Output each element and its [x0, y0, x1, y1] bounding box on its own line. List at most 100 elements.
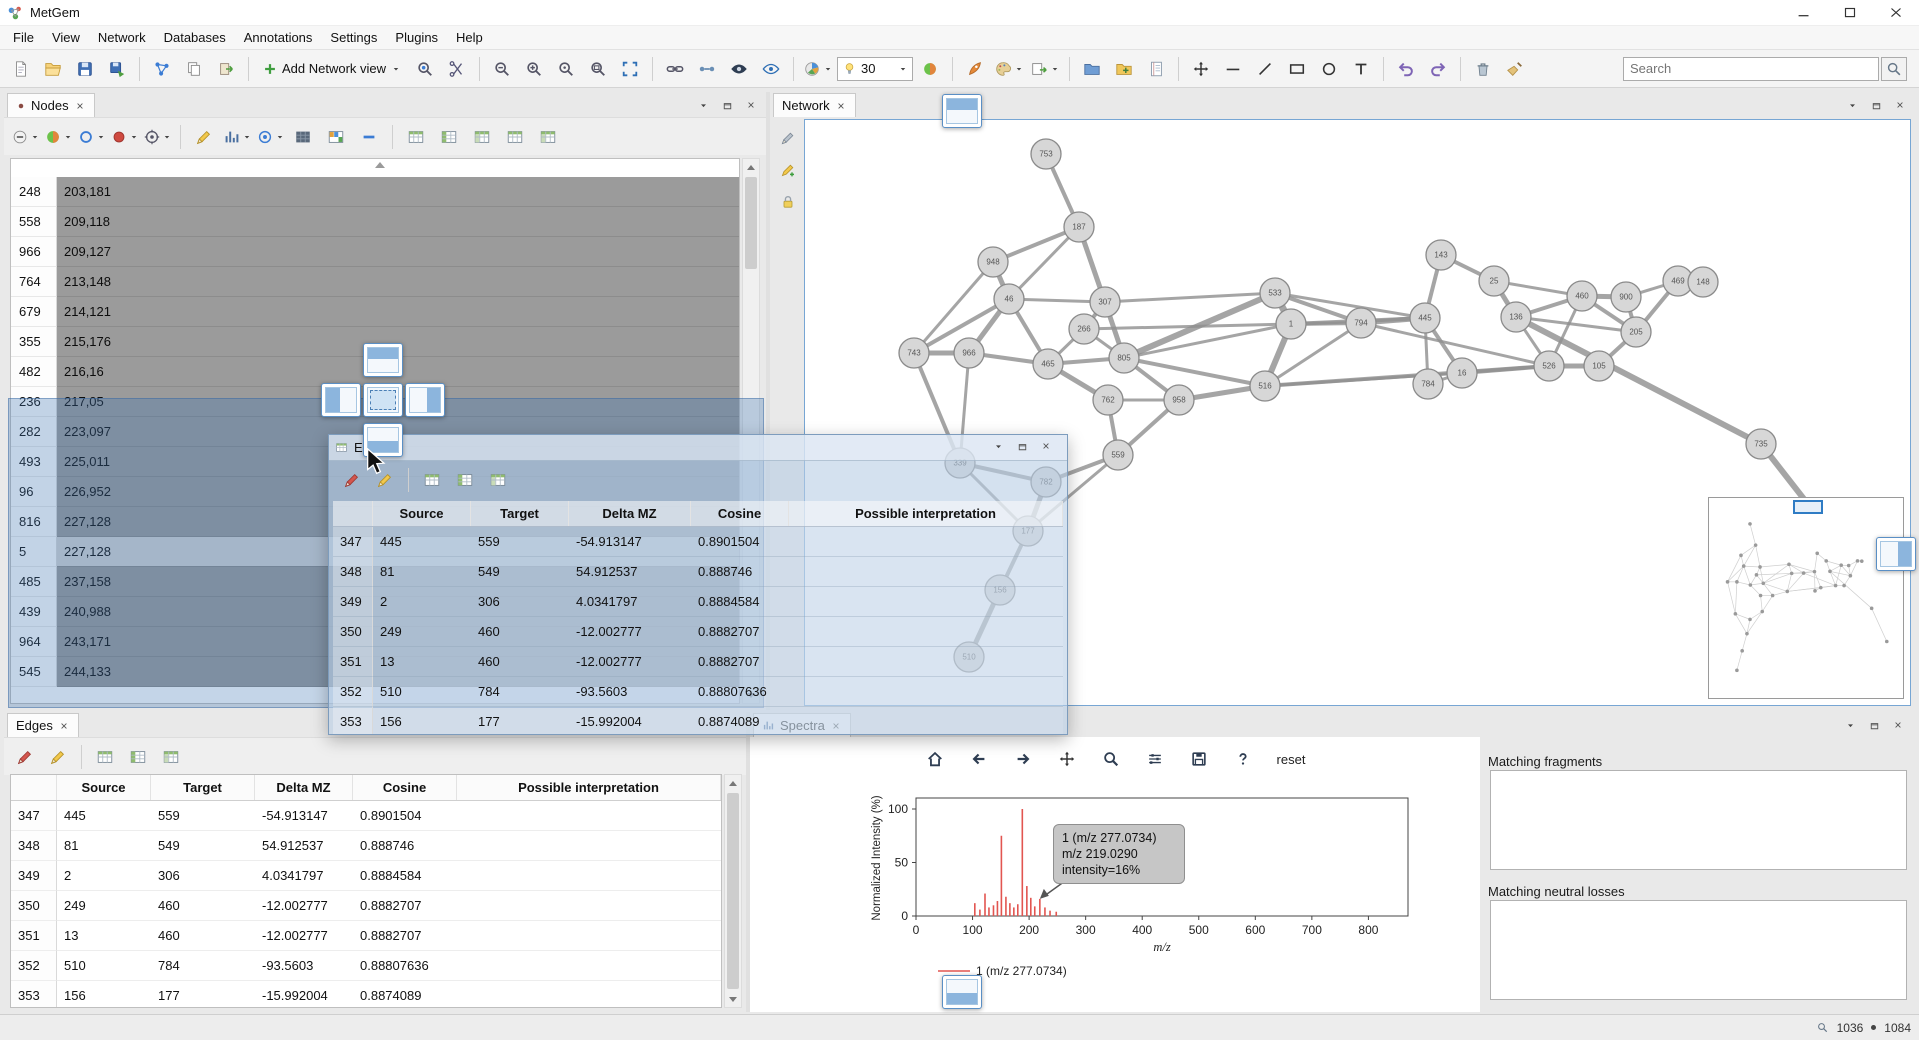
hide-isolated-button[interactable] — [724, 54, 754, 84]
plot-forward-button[interactable] — [1009, 746, 1037, 772]
edges-view-1-button[interactable] — [90, 742, 120, 772]
dock-menu-button[interactable] — [1841, 716, 1859, 734]
plot-help-button[interactable] — [1229, 746, 1257, 772]
column-header-cosine[interactable]: Cosine — [691, 501, 789, 526]
open-button[interactable] — [38, 54, 68, 84]
column-header-source[interactable]: Source — [57, 775, 151, 800]
menu-settings[interactable]: Settings — [321, 26, 386, 49]
plot-home-button[interactable] — [921, 746, 949, 772]
color-ball-button[interactable] — [915, 54, 945, 84]
table-row[interactable]: 347445559-54.9131470.8901504 — [11, 801, 721, 831]
delete-button[interactable] — [1468, 54, 1498, 84]
column-header-delta-mz[interactable]: Delta MZ — [255, 775, 353, 800]
view-table-4-button[interactable] — [500, 122, 530, 152]
move-tool-button[interactable] — [1186, 54, 1216, 84]
table-row[interactable]: 34923064.03417970.8884584 — [11, 861, 721, 891]
dock-indicator-top[interactable] — [363, 343, 403, 377]
dock-close-button[interactable] — [1037, 437, 1055, 455]
tab-edges[interactable]: Edges — [7, 713, 79, 737]
tab-network[interactable]: Network — [773, 93, 856, 117]
table-dark-button[interactable] — [288, 122, 318, 152]
dock-menu-button[interactable] — [694, 96, 712, 114]
edges-view-2-button[interactable] — [450, 465, 480, 495]
table-row[interactable]: 35113460-12.0027770.8882707 — [11, 921, 721, 951]
node-color-button[interactable] — [43, 122, 73, 152]
menu-view[interactable]: View — [43, 26, 89, 49]
zoom-out-button[interactable] — [487, 54, 517, 84]
plot-reset-button[interactable]: reset — [1273, 750, 1310, 769]
plot-zoom-button[interactable] — [1097, 746, 1125, 772]
new-file-button[interactable] — [6, 54, 36, 84]
dock-indicator-main-bottom[interactable] — [942, 975, 982, 1009]
paste-button[interactable] — [211, 54, 241, 84]
table-row[interactable]: 966209,127 — [11, 237, 739, 267]
menu-file[interactable]: File — [4, 26, 43, 49]
floating-window-titlebar[interactable]: E... — [329, 435, 1067, 461]
ellipse-tool-button[interactable] — [1314, 54, 1344, 84]
table-row[interactable]: 353156177-15.9920040.8874089 — [11, 981, 721, 1008]
launch-button[interactable] — [960, 54, 990, 84]
floating-edges-table[interactable]: Source Target Delta MZ Cosine Possible i… — [333, 501, 1063, 734]
network-minimap[interactable] — [1708, 497, 1904, 699]
lock-view-button[interactable] — [776, 190, 800, 214]
column-header-delta-mz[interactable]: Delta MZ — [569, 501, 691, 526]
redo-button[interactable] — [1423, 54, 1453, 84]
dock-float-button[interactable] — [1865, 716, 1883, 734]
dock-float-button[interactable] — [718, 96, 736, 114]
close-button[interactable] — [1873, 0, 1919, 25]
fit-view-button[interactable] — [615, 54, 645, 84]
view-table-2-button[interactable] — [434, 122, 464, 152]
process-network-button[interactable] — [147, 54, 177, 84]
table-color-button[interactable] — [321, 122, 351, 152]
table-row[interactable]: 353156177-15.9920040.8874089 — [333, 707, 1063, 735]
edges-view-3-button[interactable] — [483, 465, 513, 495]
zoom-region-button[interactable] — [583, 54, 613, 84]
save-button[interactable] — [70, 54, 100, 84]
hide-nodes-button[interactable] — [10, 122, 40, 152]
dock-close-button[interactable] — [742, 96, 760, 114]
plot-settings-button[interactable] — [1141, 746, 1169, 772]
edges-view-2-button[interactable] — [123, 742, 153, 772]
open-project-button[interactable] — [1077, 54, 1107, 84]
highlight-node-button[interactable] — [109, 122, 139, 152]
dock-float-button[interactable] — [1013, 437, 1031, 455]
maximize-button[interactable] — [1827, 0, 1873, 25]
menu-databases[interactable]: Databases — [155, 26, 235, 49]
link-button[interactable] — [660, 54, 690, 84]
scrollbar-thumb[interactable] — [727, 793, 739, 989]
table-row[interactable]: 347445559-54.9131470.8901504 — [333, 527, 1063, 557]
map-column-button[interactable] — [255, 122, 285, 152]
dock-float-button[interactable] — [1867, 96, 1885, 114]
dock-menu-button[interactable] — [1843, 96, 1861, 114]
zoom-in-button[interactable] — [519, 54, 549, 84]
table-row[interactable]: 3488154954.9125370.888746 — [11, 831, 721, 861]
search-input[interactable] — [1623, 57, 1879, 81]
rect-tool-button[interactable] — [1282, 54, 1312, 84]
column-header-target[interactable]: Target — [471, 501, 569, 526]
cut-tools-button[interactable] — [442, 54, 472, 84]
column-header-source[interactable]: Source — [373, 501, 471, 526]
menu-help[interactable]: Help — [447, 26, 492, 49]
column-header-interpretation[interactable]: Possible interpretation — [457, 775, 721, 800]
dock-indicator-left[interactable] — [321, 383, 361, 417]
edges-view-1-button[interactable] — [417, 465, 447, 495]
search-button[interactable] — [1881, 57, 1907, 81]
table-row[interactable]: 35113460-12.0027770.8882707 — [333, 647, 1063, 677]
show-isolated-button[interactable] — [756, 54, 786, 84]
menu-annotations[interactable]: Annotations — [235, 26, 322, 49]
save-as-button[interactable] — [102, 54, 132, 84]
floating-edges-window[interactable]: E... Source Target Delta MZ Cosine Possi… — [328, 434, 1068, 735]
scroll-up-arrow[interactable] — [743, 159, 759, 175]
edges-table[interactable]: Source Target Delta MZ Cosine Possible i… — [10, 774, 722, 1008]
dock-indicator-center[interactable] — [363, 383, 403, 417]
locate-node-button[interactable] — [142, 122, 172, 152]
node-size-button[interactable] — [76, 122, 106, 152]
column-header-target[interactable]: Target — [151, 775, 255, 800]
edges-view-3-button[interactable] — [156, 742, 186, 772]
table-row[interactable]: 350249460-12.0027770.8882707 — [11, 891, 721, 921]
edit-edge-button[interactable] — [10, 742, 40, 772]
edit-edge-button[interactable] — [337, 465, 367, 495]
matching-fragments-list[interactable] — [1490, 770, 1907, 870]
table-row[interactable]: 350249460-12.0027770.8882707 — [333, 617, 1063, 647]
copy-button[interactable] — [179, 54, 209, 84]
